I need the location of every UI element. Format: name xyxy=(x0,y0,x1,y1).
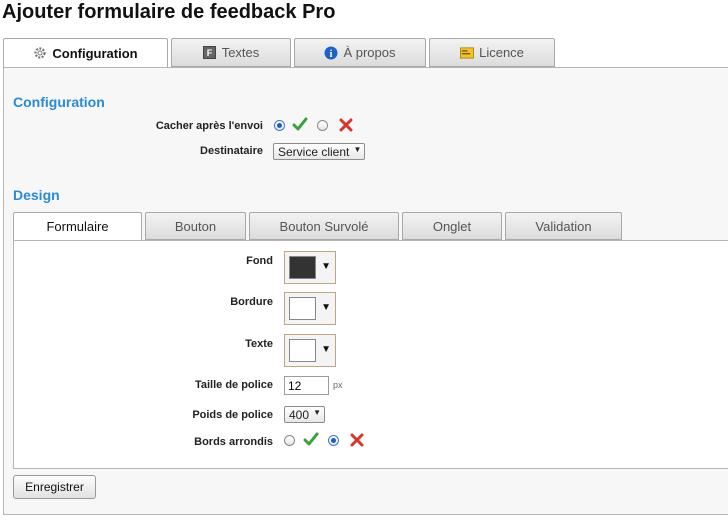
hide-after-send-no-radio[interactable] xyxy=(317,120,328,131)
configuration-heading: Configuration xyxy=(13,94,105,110)
dropdown-arrow-icon: ▼ xyxy=(321,261,331,272)
subtab-label: Formulaire xyxy=(46,219,109,234)
subtab-bouton[interactable]: Bouton xyxy=(145,212,246,240)
hide-after-send-label: Cacher après l'envoi xyxy=(155,120,263,132)
font-weight-value: 400 xyxy=(289,408,310,422)
recipient-select[interactable]: Service client ▼ xyxy=(273,143,366,160)
design-form-panel xyxy=(13,240,728,469)
tab-label: Textes xyxy=(221,45,260,60)
font-size-unit: px xyxy=(333,380,343,390)
design-subtabs: Formulaire Bouton Bouton Survolé Onglet … xyxy=(13,212,728,241)
svg-text:F: F xyxy=(207,48,213,58)
tab-configuration[interactable]: Configuration xyxy=(3,38,168,68)
border-color-label: Bordure xyxy=(230,296,273,308)
tab-label: À propos xyxy=(343,45,396,60)
subtab-label: Validation xyxy=(535,218,592,234)
subtab-bouton-survole[interactable]: Bouton Survolé xyxy=(249,212,399,240)
background-color-label: Fond xyxy=(246,255,273,267)
font-weight-label: Poids de police xyxy=(192,409,273,421)
font-size-input[interactable] xyxy=(284,376,329,395)
tab-a-propos[interactable]: i À propos xyxy=(294,38,426,67)
rounded-corners-label: Bords arrondis xyxy=(194,436,273,448)
recipient-value: Service client xyxy=(278,145,350,159)
dropdown-arrow-icon: ▼ xyxy=(313,408,322,417)
font-weight-select[interactable]: 400 ▼ xyxy=(284,406,326,423)
save-button[interactable]: Enregistrer xyxy=(13,475,96,499)
tab-label: Licence xyxy=(479,45,524,60)
svg-text:i: i xyxy=(330,49,333,60)
subtab-label: Bouton xyxy=(174,218,217,234)
tab-textes[interactable]: F Textes xyxy=(171,38,291,67)
dropdown-arrow-icon: ▼ xyxy=(353,145,362,154)
text-color-label: Texte xyxy=(245,338,273,350)
subtab-label: Bouton Survolé xyxy=(279,218,369,234)
text-color-picker[interactable]: ▼ xyxy=(284,334,336,367)
dropdown-arrow-icon: ▼ xyxy=(321,302,331,313)
border-color-picker[interactable]: ▼ xyxy=(284,292,336,325)
dropdown-arrow-icon: ▼ xyxy=(321,344,331,355)
info-icon: i xyxy=(324,46,338,60)
design-heading: Design xyxy=(13,187,60,203)
subtab-formulaire[interactable]: Formulaire xyxy=(13,212,142,241)
check-icon xyxy=(292,117,308,136)
subtab-label: Onglet xyxy=(432,218,472,234)
font-size-label: Taille de police xyxy=(194,379,273,391)
gear-icon xyxy=(33,46,47,60)
text-box-icon: F xyxy=(203,46,217,60)
rounded-corners-yes-radio[interactable] xyxy=(284,435,295,446)
border-color-swatch xyxy=(289,297,316,320)
license-card-icon xyxy=(460,46,475,60)
text-color-swatch xyxy=(289,339,316,362)
tab-label: Configuration xyxy=(52,45,138,61)
hide-after-send-yes-radio[interactable] xyxy=(274,120,285,131)
subtab-onglet[interactable]: Onglet xyxy=(402,212,502,240)
tab-licence[interactable]: Licence xyxy=(429,38,555,67)
cross-icon xyxy=(339,118,353,137)
rounded-corners-no-radio[interactable] xyxy=(328,435,339,446)
background-color-swatch xyxy=(289,256,316,279)
background-color-picker[interactable]: ▼ xyxy=(284,251,336,284)
check-icon xyxy=(303,432,319,451)
cross-icon xyxy=(350,433,364,452)
recipient-label: Destinataire xyxy=(200,145,263,157)
page-title: Ajouter formulaire de feedback Pro xyxy=(2,1,336,23)
subtab-validation[interactable]: Validation xyxy=(505,212,622,240)
main-tabs: Configuration F Textes i À propos Licenc… xyxy=(3,38,728,68)
